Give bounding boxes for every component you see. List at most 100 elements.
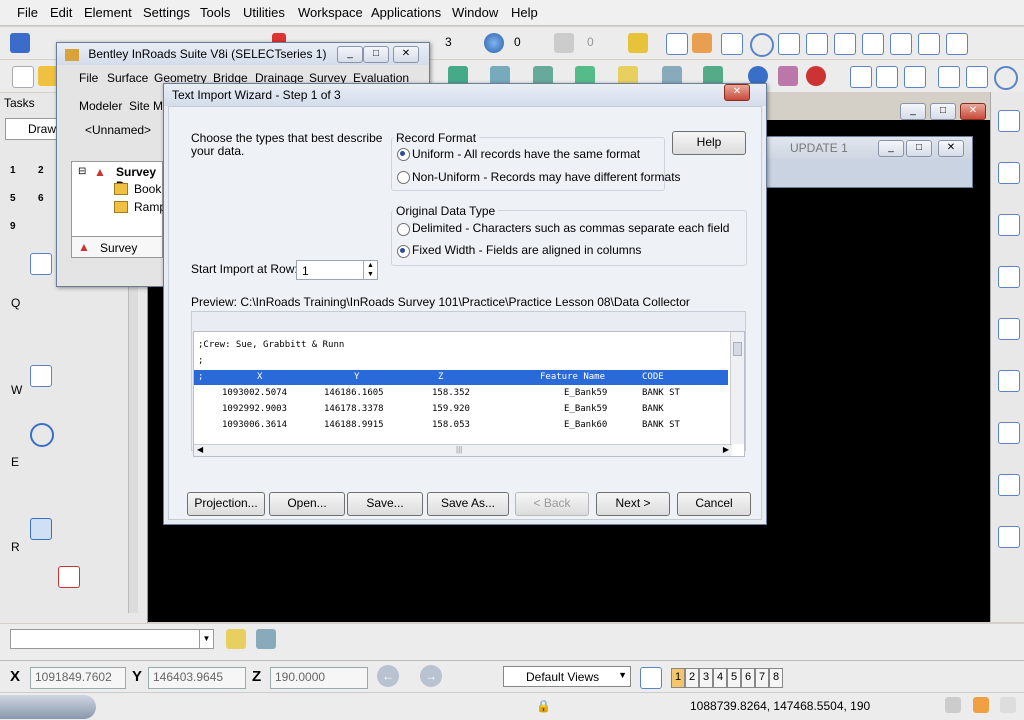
help-button[interactable]: Help: [672, 131, 746, 155]
hatch-icon[interactable]: [938, 66, 960, 88]
pattern-icon[interactable]: [966, 66, 988, 88]
view-1-button[interactable]: 1: [671, 668, 685, 688]
view-8-button[interactable]: 8: [769, 668, 783, 688]
inroads-menu-file[interactable]: File: [79, 71, 98, 85]
preview-box[interactable]: ;Crew: Sue, Grabbitt & Runn ; ; X Y Z Fe…: [193, 331, 745, 457]
preview-vscroll-thumb[interactable]: [733, 342, 742, 356]
scroll-right-icon[interactable]: ▶: [723, 445, 729, 454]
inroads-minimize-button[interactable]: _: [337, 46, 363, 63]
nonuniform-label[interactable]: Non-Uniform - Records may have different…: [412, 170, 681, 184]
fixed-width-label[interactable]: Fixed Width - Fields are aligned in colu…: [412, 243, 641, 257]
tool-icon-6[interactable]: [998, 370, 1020, 392]
cancel-button[interactable]: Cancel: [677, 492, 751, 516]
home-icon[interactable]: [973, 697, 989, 713]
view-3-button[interactable]: 3: [699, 668, 713, 688]
main-minimize-button[interactable]: _: [900, 103, 926, 120]
survey-tab[interactable]: ▲ Survey: [71, 236, 163, 258]
views-dropdown-icon[interactable]: ▼: [618, 670, 627, 680]
tool-icon-4[interactable]: [998, 266, 1020, 288]
spinner-up-icon[interactable]: ▲: [363, 261, 377, 270]
fixed-width-radio[interactable]: [397, 245, 410, 258]
new-file-icon[interactable]: [12, 66, 34, 88]
tool-icon-5[interactable]: [998, 318, 1020, 340]
delimited-radio[interactable]: [397, 223, 410, 236]
tool-icon-9[interactable]: [998, 526, 1020, 548]
previous-view-icon[interactable]: ←: [377, 665, 399, 687]
z-field[interactable]: 190.0000: [270, 667, 368, 689]
menu-tools[interactable]: Tools: [200, 5, 230, 20]
tool-icon-8[interactable]: [998, 474, 1020, 496]
uniform-label[interactable]: Uniform - All records have the same form…: [412, 147, 640, 161]
survey-tree[interactable]: ⊟ ▲ Survey D Book Ramp: [71, 161, 166, 241]
back-button[interactable]: < Back: [515, 492, 589, 516]
start-row-value[interactable]: 1: [302, 264, 309, 278]
delete-icon[interactable]: [806, 66, 826, 86]
menu-edit[interactable]: Edit: [50, 5, 72, 20]
arc-icon[interactable]: [721, 33, 743, 55]
tool-icon-3[interactable]: [998, 214, 1020, 236]
inroads-menu-surface[interactable]: Surface: [107, 71, 148, 85]
point-icon[interactable]: [778, 33, 800, 55]
inroads-maximize-button[interactable]: □: [363, 46, 389, 63]
globe-icon[interactable]: [484, 33, 504, 53]
inroads-menu-modeler[interactable]: Modeler: [79, 99, 122, 113]
lock-icon[interactable]: 🔒: [536, 699, 551, 713]
next-button[interactable]: Next >: [596, 492, 670, 516]
level-value[interactable]: 3: [445, 35, 452, 49]
scroll-left-icon[interactable]: ◀: [197, 445, 203, 454]
extend-icon[interactable]: [890, 33, 912, 55]
trim-icon[interactable]: [862, 33, 884, 55]
snap-icon[interactable]: [628, 33, 648, 53]
copy-icon[interactable]: [904, 66, 926, 88]
text-import-wizard[interactable]: Text Import Wizard - Step 1 of 3 ✕ Choos…: [163, 83, 767, 525]
view-4-button[interactable]: 4: [713, 668, 727, 688]
tool-icon-2[interactable]: [998, 162, 1020, 184]
preview-header-row[interactable]: ; X Y Z Feature Name CODE: [194, 370, 728, 385]
next-view-icon[interactable]: →: [420, 665, 442, 687]
update-window[interactable]: UPDATE 1 _ □ ✕: [765, 136, 973, 188]
views-select[interactable]: Default Views ▼: [503, 666, 631, 687]
preview-vertical-scrollbar[interactable]: [730, 332, 744, 444]
curve-icon[interactable]: [806, 33, 828, 55]
region-icon[interactable]: [30, 518, 52, 540]
place-circle-icon[interactable]: [30, 423, 54, 447]
attributes-icon[interactable]: [10, 33, 30, 53]
tree-ramp-item[interactable]: Ramp: [134, 200, 166, 214]
fence-icon[interactable]: [946, 33, 968, 55]
line-icon[interactable]: [666, 33, 688, 55]
start-row-spinner[interactable]: 1 ▲ ▼: [296, 260, 378, 280]
menu-help[interactable]: Help: [511, 5, 538, 20]
update-minimize-button[interactable]: _: [878, 140, 904, 157]
uniform-radio[interactable]: [397, 148, 410, 161]
weight-value[interactable]: 0: [514, 35, 521, 49]
hscroll-grip-icon[interactable]: |||: [456, 445, 462, 454]
menu-element[interactable]: Element: [84, 5, 132, 20]
y-field[interactable]: 146403.9645: [148, 667, 246, 689]
tool-icon-1[interactable]: [998, 110, 1020, 132]
keyin-tool-icon[interactable]: [226, 629, 246, 649]
place-line-icon[interactable]: [30, 253, 52, 275]
view-6-button[interactable]: 6: [741, 668, 755, 688]
circle-icon[interactable]: [750, 33, 774, 57]
rectangle-icon[interactable]: [30, 365, 52, 387]
open-folder-icon[interactable]: [38, 66, 58, 86]
grid-icon[interactable]: [692, 33, 712, 53]
tool-icon-7[interactable]: [998, 422, 1020, 444]
transparency-icon[interactable]: [554, 33, 574, 53]
view-2-button[interactable]: 2: [685, 668, 699, 688]
transparency-value[interactable]: 0: [587, 35, 594, 49]
inroads-close-button[interactable]: ✕: [393, 46, 419, 63]
delimited-label[interactable]: Delimited - Characters such as commas se…: [412, 221, 729, 235]
main-close-button[interactable]: ✕: [960, 103, 986, 120]
move-icon[interactable]: [876, 66, 898, 88]
status-grid-icon[interactable]: [1000, 697, 1016, 713]
preview-horizontal-scrollbar[interactable]: ◀ ||| ▶: [194, 444, 732, 456]
tree-collapse-icon[interactable]: ⊟: [78, 166, 86, 177]
menu-settings[interactable]: Settings: [143, 5, 190, 20]
spinner-down-icon[interactable]: ▼: [363, 270, 377, 279]
update-maximize-button[interactable]: □: [906, 140, 932, 157]
save-as-button[interactable]: Save As...: [427, 492, 509, 516]
nonuniform-radio[interactable]: [397, 171, 410, 184]
keyin-dropdown-icon[interactable]: ▼: [199, 630, 213, 648]
menu-file[interactable]: File: [17, 5, 38, 20]
